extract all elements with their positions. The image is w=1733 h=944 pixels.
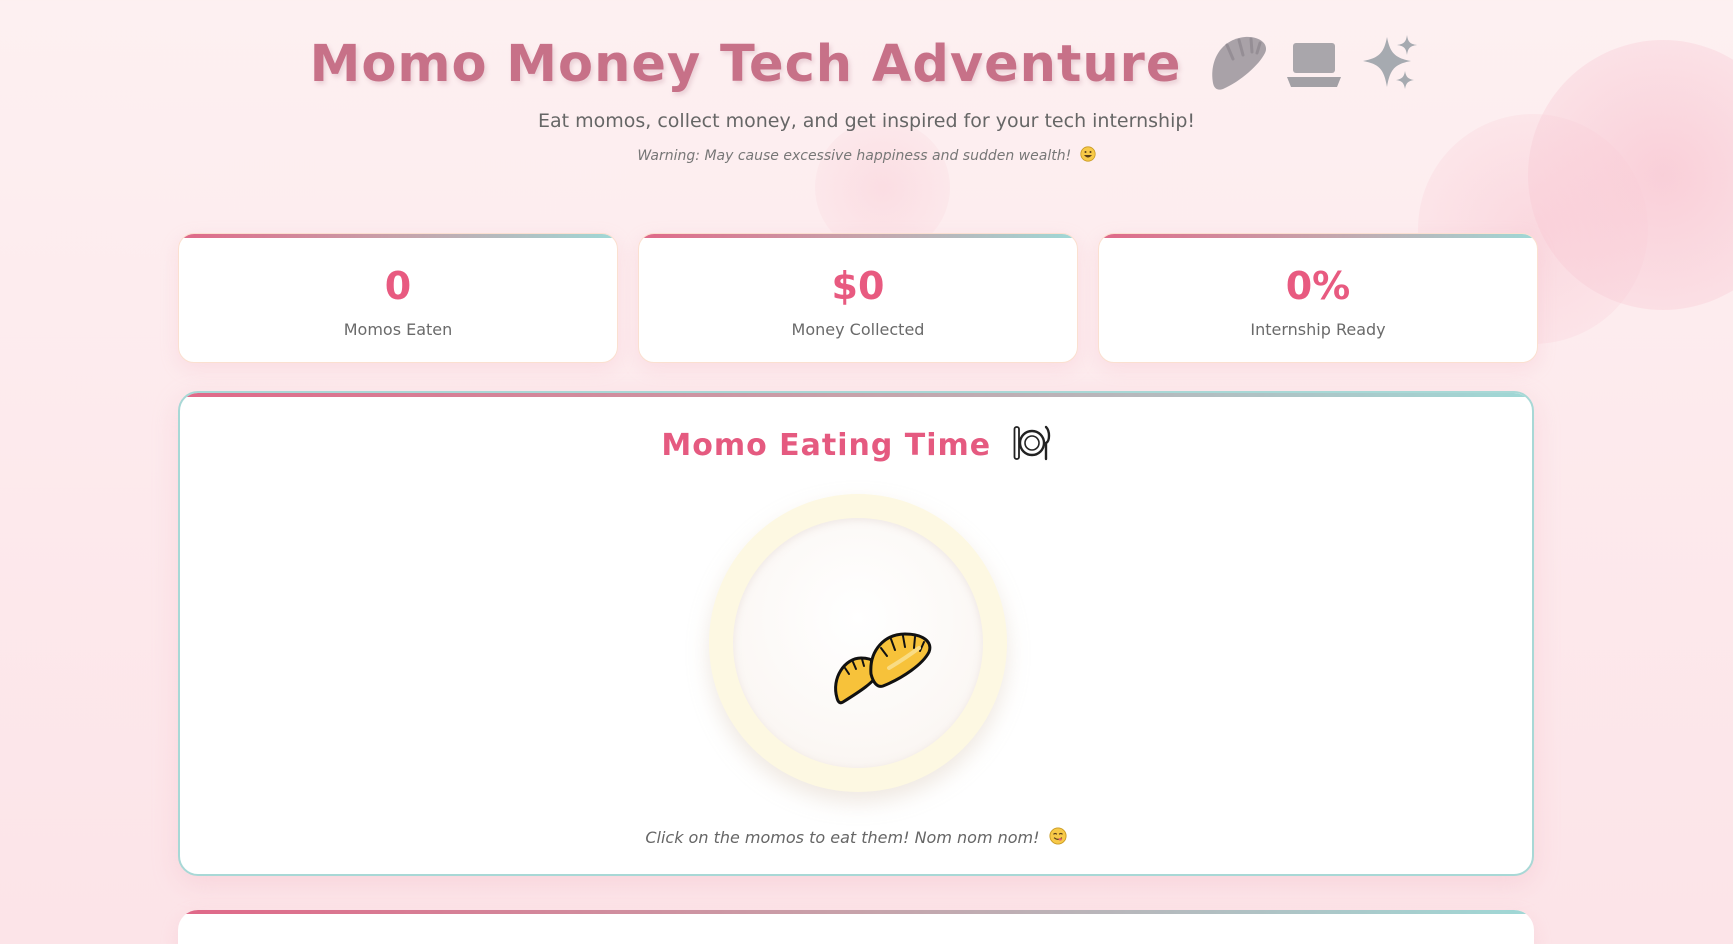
- fork-knife-plate-icon: [1013, 425, 1050, 461]
- momos-eaten-label: Momos Eaten: [343, 320, 453, 339]
- money-collected-value: $0: [831, 264, 885, 308]
- momo-plate[interactable]: [709, 494, 1007, 792]
- grinning-face-icon: [1080, 146, 1096, 162]
- dumpling-icon: [1212, 36, 1267, 90]
- panel-title: Momo Eating Time: [180, 423, 1532, 463]
- panel-accent-bar: [178, 910, 1534, 914]
- laptop-icon: [1287, 43, 1342, 87]
- app-title: Momo Money Tech Adventure: [309, 34, 1182, 94]
- stat-card-momos: 0 Momos Eaten: [178, 233, 618, 363]
- money-collected-label: Money Collected: [791, 320, 925, 339]
- stat-card-money: $0 Money Collected: [638, 233, 1078, 363]
- stat-card-internship: 0% Internship Ready: [1098, 233, 1538, 363]
- plate-inner: [733, 518, 983, 768]
- eating-hint: Click on the momos to eat them! Nom nom …: [180, 827, 1532, 847]
- internship-ready-label: Internship Ready: [1250, 320, 1386, 339]
- momo-eating-panel: Momo Eating Time Click on the momos to e…: [178, 391, 1534, 876]
- sparkle-icon: [1363, 35, 1418, 89]
- title-row: Momo Money Tech Adventure: [310, 24, 1424, 104]
- internship-ready-value: 0%: [1285, 264, 1351, 308]
- next-panel: [178, 910, 1534, 944]
- page-header: Momo Money Tech Adventure Eat momos, col…: [0, 24, 1733, 164]
- warning-label: Warning: May cause excessive happiness a…: [637, 148, 1072, 164]
- hint-text: Click on the momos to eat them! Nom nom …: [645, 828, 1040, 847]
- momos-eaten-value: 0: [384, 264, 412, 308]
- subtitle: Eat momos, collect money, and get inspir…: [537, 110, 1196, 132]
- yum-face-icon: [1049, 827, 1067, 845]
- dumpling-icon[interactable]: [829, 628, 947, 708]
- warning-text: Warning: May cause excessive happiness a…: [0, 146, 1733, 164]
- panel-title-text: Momo Eating Time: [661, 428, 992, 463]
- card-accent-bar: [639, 234, 1077, 238]
- card-accent-bar: [179, 234, 617, 238]
- panel-accent-bar: [180, 393, 1532, 397]
- card-accent-bar: [1099, 234, 1537, 238]
